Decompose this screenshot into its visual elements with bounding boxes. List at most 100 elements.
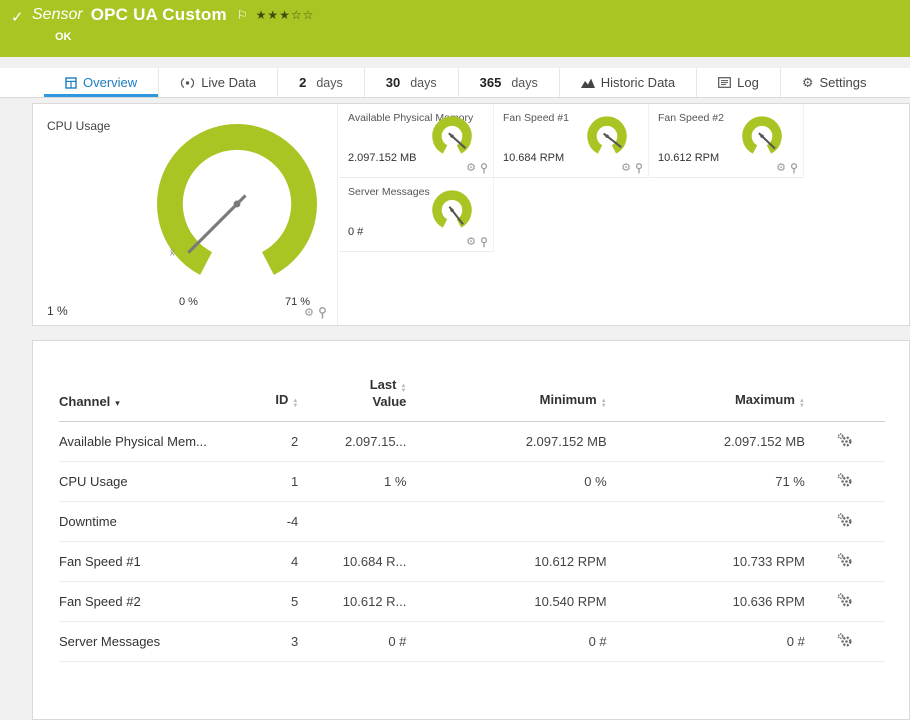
channel-name[interactable]: CPU Usage [59,461,245,502]
empty-cell [804,104,909,178]
cpu-usage-gauge-block: CPU Usage x̄ 0 % 71 % 1 % ⚙ [33,104,338,325]
channel-settings-icon[interactable] [837,552,853,568]
tab-settings[interactable]: ⚙ Settings [779,68,888,97]
tab-label: Overview [83,75,138,90]
table-row[interactable]: Fan Speed #1 4 10.684 R... 10.612 RPM 10… [59,541,885,582]
tab-historic-data[interactable]: Historic Data [558,68,696,97]
pin-icon[interactable] [790,163,798,174]
gauge-title: Fan Speed #1 [503,112,569,124]
table-row[interactable]: Fan Speed #2 5 10.612 R... 10.540 RPM 10… [59,581,885,622]
channel-name[interactable]: Available Physical Mem... [59,421,245,462]
channel-name[interactable]: Downtime [59,501,245,542]
star-icon[interactable]: ★ [267,8,279,22]
star-icon[interactable]: ★ [256,8,268,22]
historic-data-icon [580,78,595,88]
tab-365-days[interactable]: 365 days [457,68,559,97]
mini-gauge-fan-speed-2: Fan Speed #2 10.612 RPM ⚙ [649,104,804,178]
pin-icon[interactable] [635,163,643,174]
tab-number: 2 [299,75,307,90]
channel-settings-icon[interactable] [837,432,853,448]
priority-stars[interactable]: ★★★☆☆ [256,8,315,22]
gauge-current-value: 0 # [348,226,364,238]
gauge-settings-gear-icon[interactable]: ⚙ [621,163,631,174]
flag-icon[interactable]: ⚐ [237,8,248,22]
channel-maximum: 0 # [614,621,813,662]
sort-icon[interactable]: ▲ ▼ [292,398,298,409]
log-icon [718,77,732,88]
tab-label: Historic Data [600,75,676,90]
tab-live-data[interactable]: Live Data [158,68,277,97]
star-icon[interactable]: ★ [279,8,291,22]
channel-id: 5 [244,581,307,622]
fan-speed-2-gauge [742,116,782,154]
table-row[interactable]: Downtime -4 [59,501,885,542]
gauge-settings-gear-icon[interactable]: ⚙ [466,237,476,248]
tab-label: Settings [819,75,867,90]
channel-last-value [306,501,415,542]
star-icon[interactable]: ☆ [291,8,303,22]
gauge-tools: ⚙ [776,163,798,174]
gauge-title: Fan Speed #2 [658,112,724,124]
channel-id: -4 [244,501,307,542]
memory-gauge [432,116,472,154]
sensor-title: OPC UA Custom [90,5,227,24]
tab-bar: Overview Live Data 2 days 30 days 365 da… [0,68,910,98]
tab-number: 365 [479,75,502,90]
gauge-tools: ⚙ [621,163,643,174]
tab-30-days[interactable]: 30 days [363,68,458,97]
prtg-sensor-page: ✓ Sensor OPC UA Custom ⚐ ★★★☆☆ OK Overvi… [0,0,910,720]
column-header-id[interactable]: ID ▲ ▼ [244,377,307,422]
tab-label: days [511,75,538,90]
channel-id: 2 [244,421,307,462]
tab-log[interactable]: Log [696,68,780,97]
gauge-min-label: 0 % [179,296,198,308]
channel-id: 4 [244,541,307,582]
column-header-maximum[interactable]: Maximum ▲ ▼ [614,377,813,422]
sort-icon[interactable]: ▲ ▼ [400,383,406,394]
channel-minimum: 10.540 RPM [414,581,615,622]
pin-icon[interactable] [480,163,488,174]
column-header-last-value[interactable]: Last ▲ ▼ Value [306,377,415,422]
channel-last-value: 10.612 R... [306,581,415,622]
pin-icon[interactable] [318,307,327,319]
channel-last-value: 1 % [306,461,415,502]
mini-gauge-fan-speed-1: Fan Speed #1 10.684 RPM ⚙ [494,104,649,178]
star-icon[interactable]: ☆ [303,8,315,22]
channel-name[interactable]: Server Messages [59,621,245,662]
column-header-channel[interactable]: Channel ▾ [59,377,245,422]
gauge-current-value: 10.612 RPM [658,152,720,164]
gauge-settings-gear-icon[interactable]: ⚙ [304,307,314,319]
fan-speed-1-gauge [587,116,627,154]
table-row[interactable]: Available Physical Mem... 2 2.097.15... … [59,421,885,462]
sort-icon[interactable]: ▲ ▼ [601,398,607,409]
table-row[interactable]: Server Messages 3 0 # 0 # 0 # [59,621,885,662]
channel-id: 1 [244,461,307,502]
channel-settings-icon[interactable] [837,512,853,528]
tab-2-days[interactable]: 2 days [277,68,364,97]
channel-name[interactable]: Fan Speed #1 [59,541,245,582]
channel-minimum: 0 % [414,461,615,502]
channel-maximum: 71 % [614,461,813,502]
channels-table: Channel ▾ ID ▲ ▼ Last ▲ ▼ Value Minimum ▲ ▼ Max… [59,377,885,662]
channel-settings-icon[interactable] [837,632,853,648]
sort-icon[interactable]: ▲ ▼ [799,398,805,409]
gauge-current-value: 1 % [47,304,68,318]
pin-icon[interactable] [480,237,488,248]
overview-icon [65,76,77,89]
tab-overview[interactable]: Overview [44,68,158,97]
table-row[interactable]: CPU Usage 1 1 % 0 % 71 % [59,461,885,502]
column-label: Maximum [734,392,795,407]
mini-gauge-available-physical-memory: Available Physical Memory 2.097.152 MB ⚙ [339,104,494,178]
channel-settings-icon[interactable] [837,472,853,488]
gauge-title: CPU Usage [47,119,111,133]
gauge-settings-gear-icon[interactable]: ⚙ [466,163,476,174]
gauge-needle [187,194,247,254]
column-header-minimum[interactable]: Minimum ▲ ▼ [414,377,615,422]
gauge-settings-gear-icon[interactable]: ⚙ [776,163,786,174]
channel-settings-icon[interactable] [837,592,853,608]
channel-name[interactable]: Fan Speed #2 [59,581,245,622]
object-type-label: Sensor [32,6,83,23]
gauge-tools: ⚙ [304,307,327,319]
average-marker: x̄ [170,248,175,259]
channel-id: 3 [244,621,307,662]
